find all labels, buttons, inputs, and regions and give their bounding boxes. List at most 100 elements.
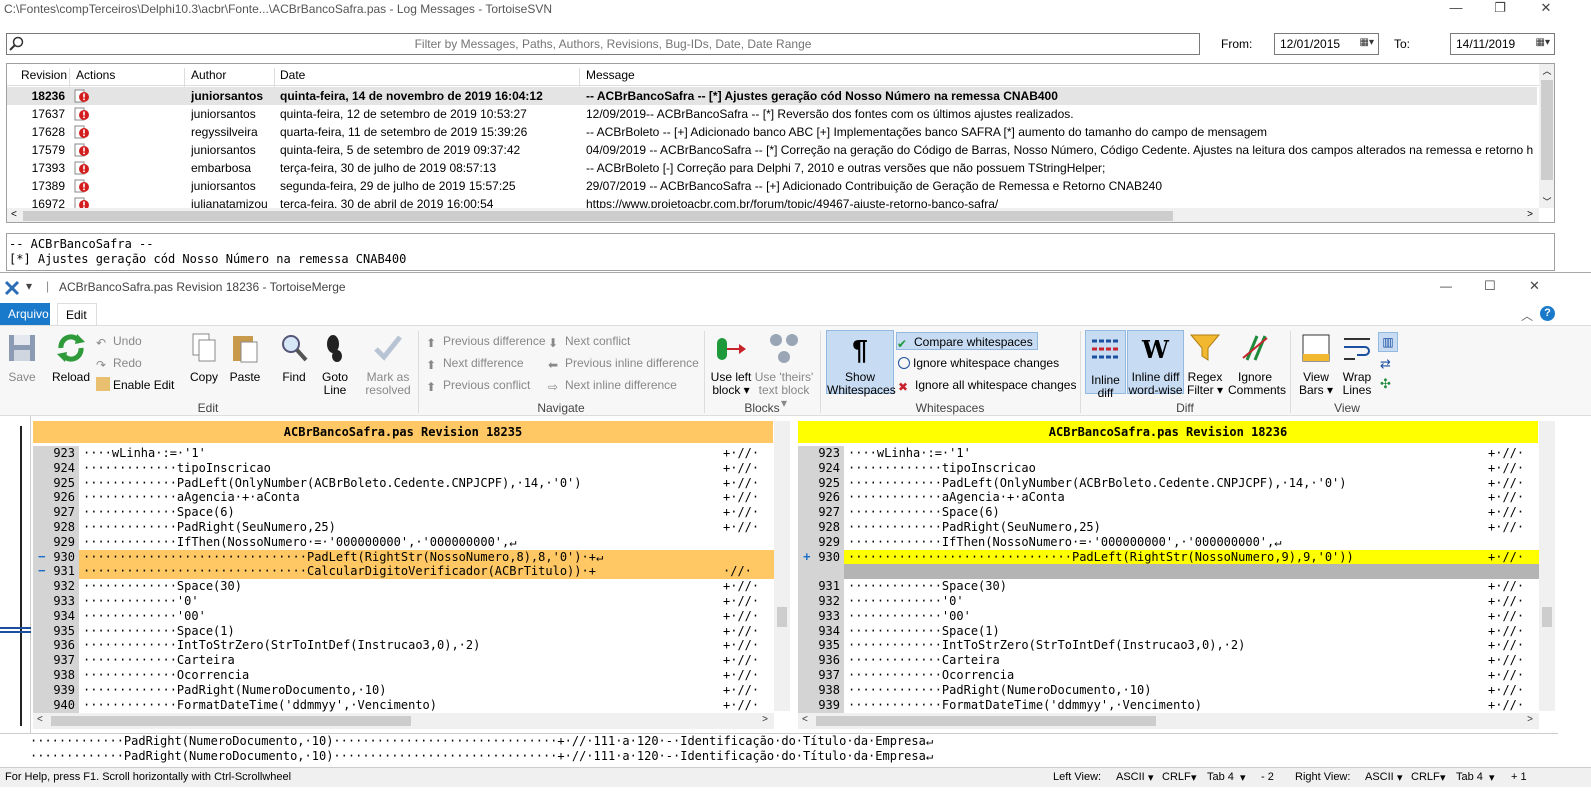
code-line[interactable]: 937 ·············Ocorrencia +·//·	[798, 668, 1539, 683]
code-line[interactable]: 930 ·······························PadLef…	[33, 549, 774, 565]
wrap-lines-button[interactable]: Wrap Lines	[1338, 332, 1376, 397]
merge-minimize-icon[interactable]: —	[1440, 279, 1452, 293]
left-tab-dropdown-icon[interactable]: ▾	[1240, 771, 1246, 784]
right-tab-dropdown-icon[interactable]: ▾	[1489, 771, 1495, 784]
goto-line-button[interactable]: Goto Line	[316, 332, 354, 397]
swap-views-icon[interactable]: ⇄	[1380, 356, 1391, 372]
next-conflict-button[interactable]: ⬇ Next conflict	[548, 332, 630, 350]
left-encoding[interactable]: ASCII	[1116, 771, 1145, 783]
code-line[interactable]: 938 ·············PadRight(NumeroDocumento…	[798, 682, 1539, 698]
log-vertical-scrollbar[interactable]: ︿ ﹀	[1539, 64, 1554, 208]
log-list[interactable]: Revision Actions Author Date Message 182…	[6, 63, 1555, 223]
code-line[interactable]: 933 ·············'00' +·//·	[798, 608, 1539, 624]
maximize-icon[interactable]: ❐	[1480, 0, 1520, 18]
ignore-all-whitespace-changes-button[interactable]: ✖ Ignore all whitespace changes	[898, 376, 1076, 394]
right-eol-dropdown-icon[interactable]: ▾	[1440, 771, 1446, 784]
right-eol[interactable]: CRLF	[1411, 771, 1440, 783]
log-row[interactable]: 17628 regyssilveira quarta-feira, 11 de se…	[7, 123, 1537, 141]
code-line[interactable]: 931 ·············Space(30) +·//·	[798, 579, 1539, 595]
reload-button[interactable]: Reload	[50, 332, 92, 384]
redo-button[interactable]: ↷ Redo	[96, 354, 142, 372]
code-line[interactable]: 927 ·············Space(6) +·//·	[798, 505, 1539, 521]
code-line[interactable]: 928 ·············PadRight(SeuNumero,25) +·…	[33, 520, 774, 535]
log-row[interactable]: 17637 juniorsantos quinta-feira, 12 de set…	[7, 105, 1537, 123]
code-line[interactable]: 926 ·············aAgencia·+·aConta +·//·	[798, 490, 1539, 506]
code-line[interactable]: 928 ·············PadRight(SeuNumero,25) +·…	[798, 520, 1539, 535]
quick-access-icon[interactable]: ▾	[26, 279, 32, 293]
code-line[interactable]: 935 ·············IntToStrZero(StrToIntDef…	[798, 638, 1539, 654]
calendar-icon[interactable]: ▦▾	[1536, 37, 1550, 48]
merge-maximize-icon[interactable]: ☐	[1484, 278, 1496, 294]
code-line[interactable]: 923 ····wLinha·:=·'1' +·//·	[33, 446, 774, 461]
regex-filter-button[interactable]: Regex Filter ▾	[1186, 332, 1224, 397]
find-button[interactable]: Find	[276, 332, 312, 384]
code-line[interactable]: 936 ·············Carteira +·//·	[798, 653, 1539, 669]
code-line[interactable]	[798, 564, 1539, 580]
side-by-side-icon[interactable]: ▥	[1378, 332, 1398, 352]
ignore-whitespace-changes-button[interactable]: Ignore whitespace changes	[898, 354, 1059, 372]
code-line[interactable]: 929 ·············IfThen(NossoNumero·=·'00…	[798, 534, 1539, 550]
log-row[interactable]: 17393 embarbosa terça-feira, 30 de julho d…	[7, 159, 1537, 177]
code-line[interactable]: 935 ·············Space(1) +·//·	[33, 623, 774, 639]
to-date-picker[interactable]: 14/11/2019 ▦▾	[1450, 33, 1555, 55]
enable-edit-button[interactable]: Enable Edit	[96, 376, 174, 394]
code-line[interactable]: 936 ·············IntToStrZero(StrToIntDef…	[33, 638, 774, 654]
log-message-text[interactable]: -- ACBrBancoSafra -- [*] Ajustes geração…	[6, 233, 1555, 271]
filter-input[interactable]	[29, 35, 1197, 53]
col-revision[interactable]: Revision	[21, 68, 67, 82]
previous-inline-difference-button[interactable]: ⬅ Previous inline difference	[548, 354, 699, 372]
code-line[interactable]: 934 ·············'00' +·//·	[33, 608, 774, 624]
left-encoding-dropdown-icon[interactable]: ▾	[1148, 771, 1154, 784]
code-line[interactable]: 925 ·············PadLeft(OnlyNumber(ACBrB…	[33, 475, 774, 491]
right-encoding[interactable]: ASCII	[1365, 771, 1394, 783]
log-row[interactable]: 17579 juniorsantos quinta-feira, 5 de sete…	[7, 141, 1537, 159]
code-line[interactable]: 926 ·············aAgencia·+·aConta +·//·	[33, 490, 774, 506]
view-bars-button[interactable]: View Bars ▾	[1296, 332, 1336, 397]
merge-close-icon[interactable]: ✕	[1529, 278, 1540, 294]
code-line[interactable]: 938 ·············Ocorrencia +·//·	[33, 668, 774, 683]
use-left-block-button[interactable]: Use left block ▾	[708, 332, 754, 397]
compare-whitespaces-button[interactable]: ✔ Compare whitespaces	[896, 332, 1038, 351]
copy-button[interactable]: Copy	[186, 332, 222, 384]
collapse-icon[interactable]: ✣	[1380, 376, 1391, 392]
save-button[interactable]: Save	[4, 332, 40, 384]
code-line[interactable]: 940 ·············FormatDateTime('ddmmyy',…	[33, 697, 774, 713]
tab-arquivo[interactable]: Arquivo	[0, 303, 50, 325]
right-horizontal-scrollbar[interactable]: < >	[798, 713, 1539, 729]
previous-difference-button[interactable]: ⬆ Previous difference	[426, 332, 546, 350]
ignore-comments-button[interactable]: Ignore Comments	[1228, 332, 1286, 397]
calendar-icon[interactable]: ▦▾	[1360, 37, 1374, 48]
right-encoding-dropdown-icon[interactable]: ▾	[1397, 771, 1403, 784]
code-line[interactable]: 939 ·············PadRight(NumeroDocumento…	[33, 682, 774, 698]
inline-diff-button[interactable]: Inline diff	[1085, 330, 1126, 400]
col-actions[interactable]: Actions	[76, 68, 115, 82]
log-row[interactable]: 17389 juniorsantos segunda-feira, 29 de ju…	[7, 177, 1537, 195]
minimize-icon[interactable]: —	[1436, 0, 1476, 18]
code-line[interactable]: 932 ·············'0' +·//·	[798, 594, 1539, 609]
col-date[interactable]: Date	[280, 68, 305, 82]
help-icon[interactable]: ?	[1540, 306, 1555, 321]
code-line[interactable]: 927 ·············Space(6) +·//·	[33, 505, 774, 521]
locator-bar[interactable]	[0, 416, 31, 734]
right-diff-pane[interactable]: ACBrBancoSafra.pas Revision 18236 923 ···…	[798, 416, 1555, 734]
code-line[interactable]: 924 ·············tipoInscricao +·//·	[33, 460, 774, 476]
code-line[interactable]: 932 ·············Space(30) +·//·	[33, 579, 774, 595]
code-line[interactable]: 939 ·············FormatDateTime('ddmmyy',…	[798, 697, 1539, 713]
next-inline-difference-button[interactable]: ⇨ Next inline difference	[548, 376, 677, 394]
col-author[interactable]: Author	[191, 68, 226, 82]
left-diff-pane[interactable]: ACBrBancoSafra.pas Revision 18235 923 ···…	[33, 416, 790, 734]
tab-edit[interactable]: Edit	[57, 303, 97, 325]
bottom-line-view[interactable]: ·············PadRight(NumeroDocumento,·1…	[0, 733, 1558, 767]
ribbon-collapse-icon[interactable]: ︿	[1521, 307, 1533, 324]
left-tab[interactable]: Tab 4	[1207, 771, 1234, 783]
paste-button[interactable]: Paste	[226, 332, 264, 384]
filter-box[interactable]	[6, 33, 1200, 55]
left-eol[interactable]: CRLF	[1162, 771, 1191, 783]
code-line[interactable]: 937 ·············Carteira +·//·	[33, 653, 774, 669]
code-line[interactable]: 930 ·······························PadLef…	[798, 549, 1539, 565]
code-line[interactable]: 931 ·······························Calcul…	[33, 564, 774, 580]
show-whitespaces-button[interactable]: ¶ Show Whitespaces	[826, 330, 896, 397]
use-theirs-text-block-button[interactable]: Use 'theirs' text block ▾	[754, 332, 814, 410]
code-line[interactable]: 924 ·············tipoInscricao +·//·	[798, 460, 1539, 476]
left-horizontal-scrollbar[interactable]: < >	[33, 713, 774, 729]
